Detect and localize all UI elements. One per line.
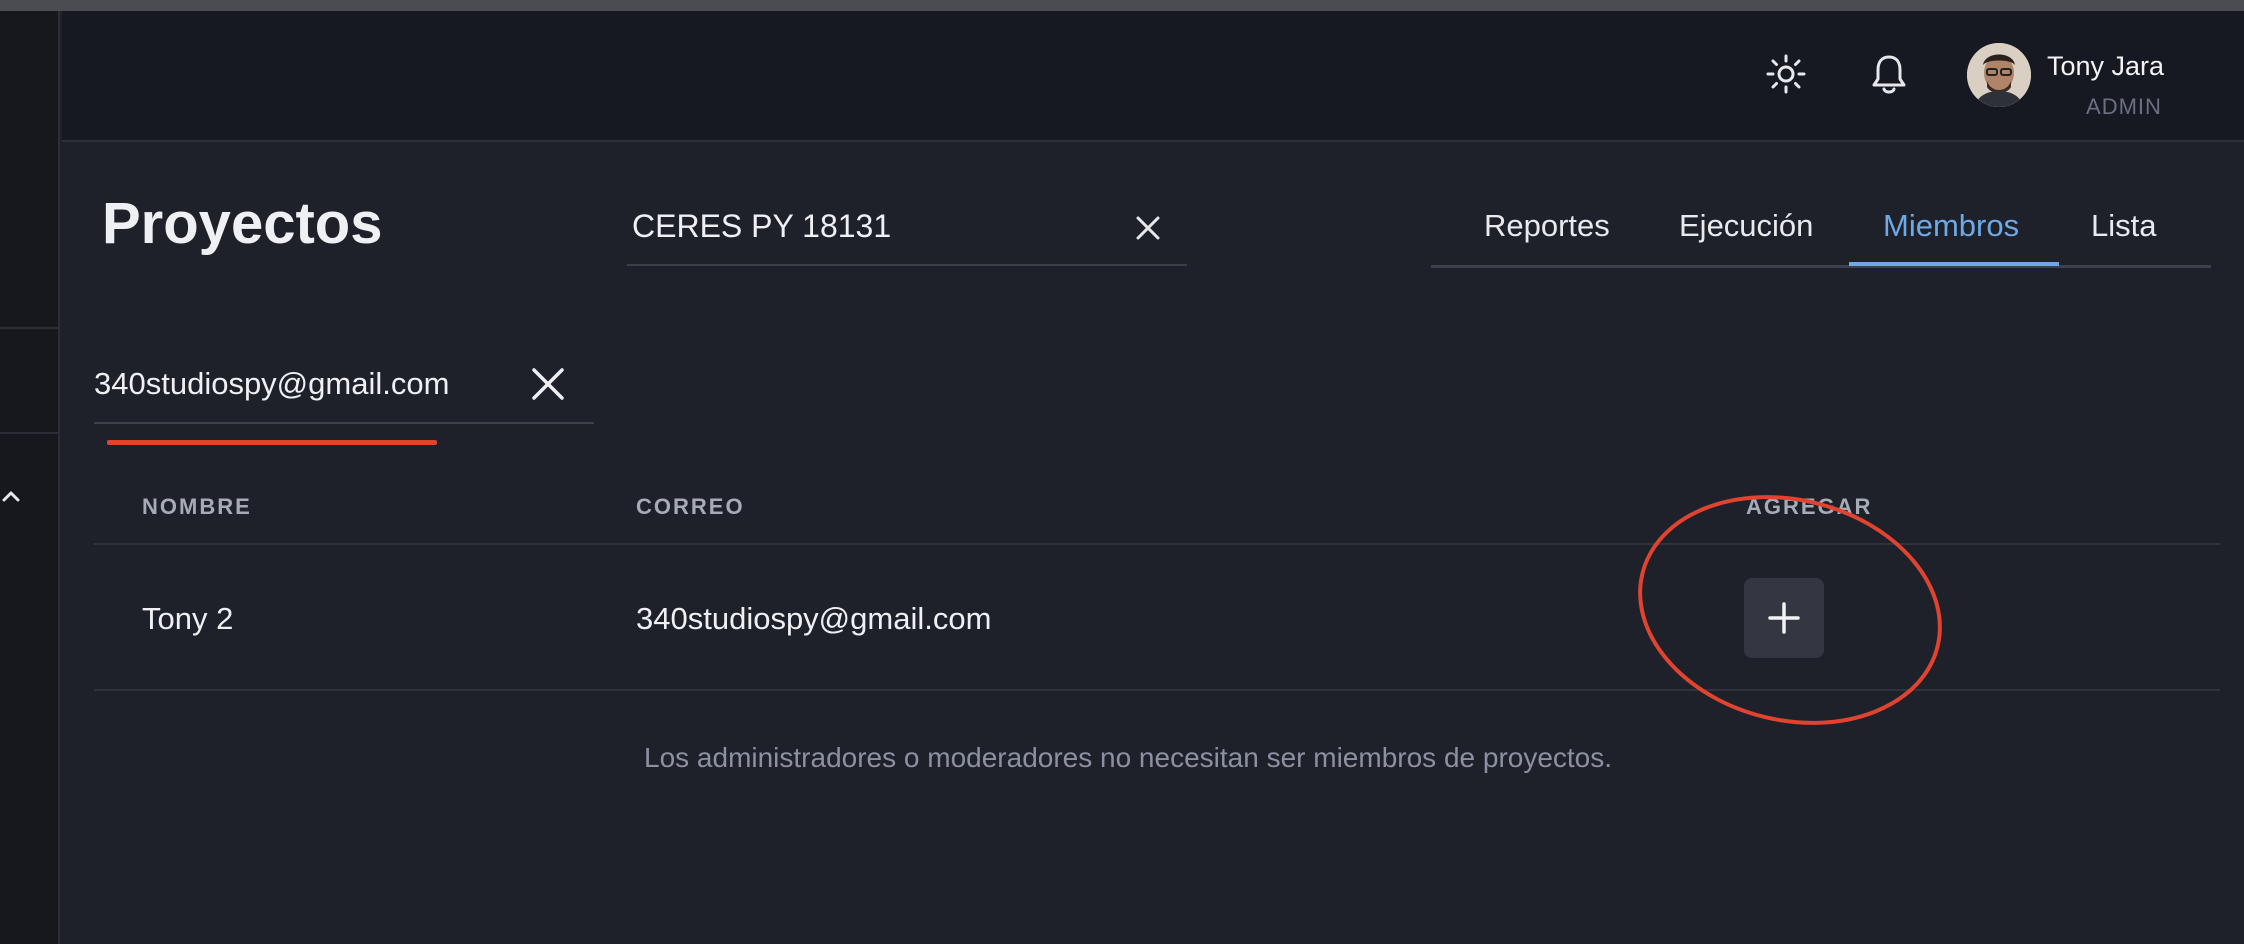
column-header-agregar: AGREGAR	[1746, 494, 1873, 519]
tab-lista[interactable]: Lista	[2091, 208, 2156, 268]
user-name[interactable]: Tony Jara	[2047, 51, 2197, 82]
project-search-value[interactable]: CERES PY 18131	[632, 208, 891, 245]
cell-nombre: Tony 2	[142, 601, 234, 636]
table-divider	[94, 689, 2220, 691]
sidebar	[0, 11, 60, 944]
sun-icon[interactable]	[1765, 53, 1807, 95]
active-tab-indicator	[1849, 262, 2059, 266]
plus-icon	[1768, 602, 1800, 634]
member-search-value[interactable]: 340studiospy@gmail.com	[94, 366, 449, 402]
info-note: Los administradores o moderadores no nec…	[644, 742, 1613, 773]
sidebar-divider	[0, 327, 60, 329]
member-search-field[interactable]: 340studiospy@gmail.com	[94, 354, 594, 424]
add-member-button[interactable]	[1744, 578, 1824, 658]
table-divider	[94, 543, 2220, 545]
window-top-strip	[0, 0, 2244, 11]
tab-miembros[interactable]: Miembros	[1883, 208, 2019, 268]
sidebar-divider	[0, 432, 60, 434]
close-icon[interactable]	[528, 364, 568, 404]
chevron-up-icon[interactable]	[0, 481, 22, 511]
user-role: ADMIN	[2086, 94, 2162, 119]
page-title: Proyectos	[102, 191, 383, 256]
cell-correo: 340studiospy@gmail.com	[636, 601, 992, 636]
project-search-field[interactable]: CERES PY 18131	[627, 198, 1187, 266]
view-tabs: Reportes Ejecución Miembros Lista	[1431, 196, 2211, 268]
close-icon[interactable]	[1130, 210, 1166, 246]
avatar[interactable]	[1967, 43, 2031, 107]
tab-reportes[interactable]: Reportes	[1484, 208, 1610, 268]
top-header: Tony Jara ADMIN	[62, 11, 2244, 142]
bell-icon[interactable]	[1868, 51, 1910, 97]
annotation-underline	[107, 440, 437, 445]
tab-ejecucion[interactable]: Ejecución	[1679, 208, 1813, 268]
column-header-nombre: NOMBRE	[142, 494, 252, 519]
column-header-correo: CORREO	[636, 494, 745, 519]
